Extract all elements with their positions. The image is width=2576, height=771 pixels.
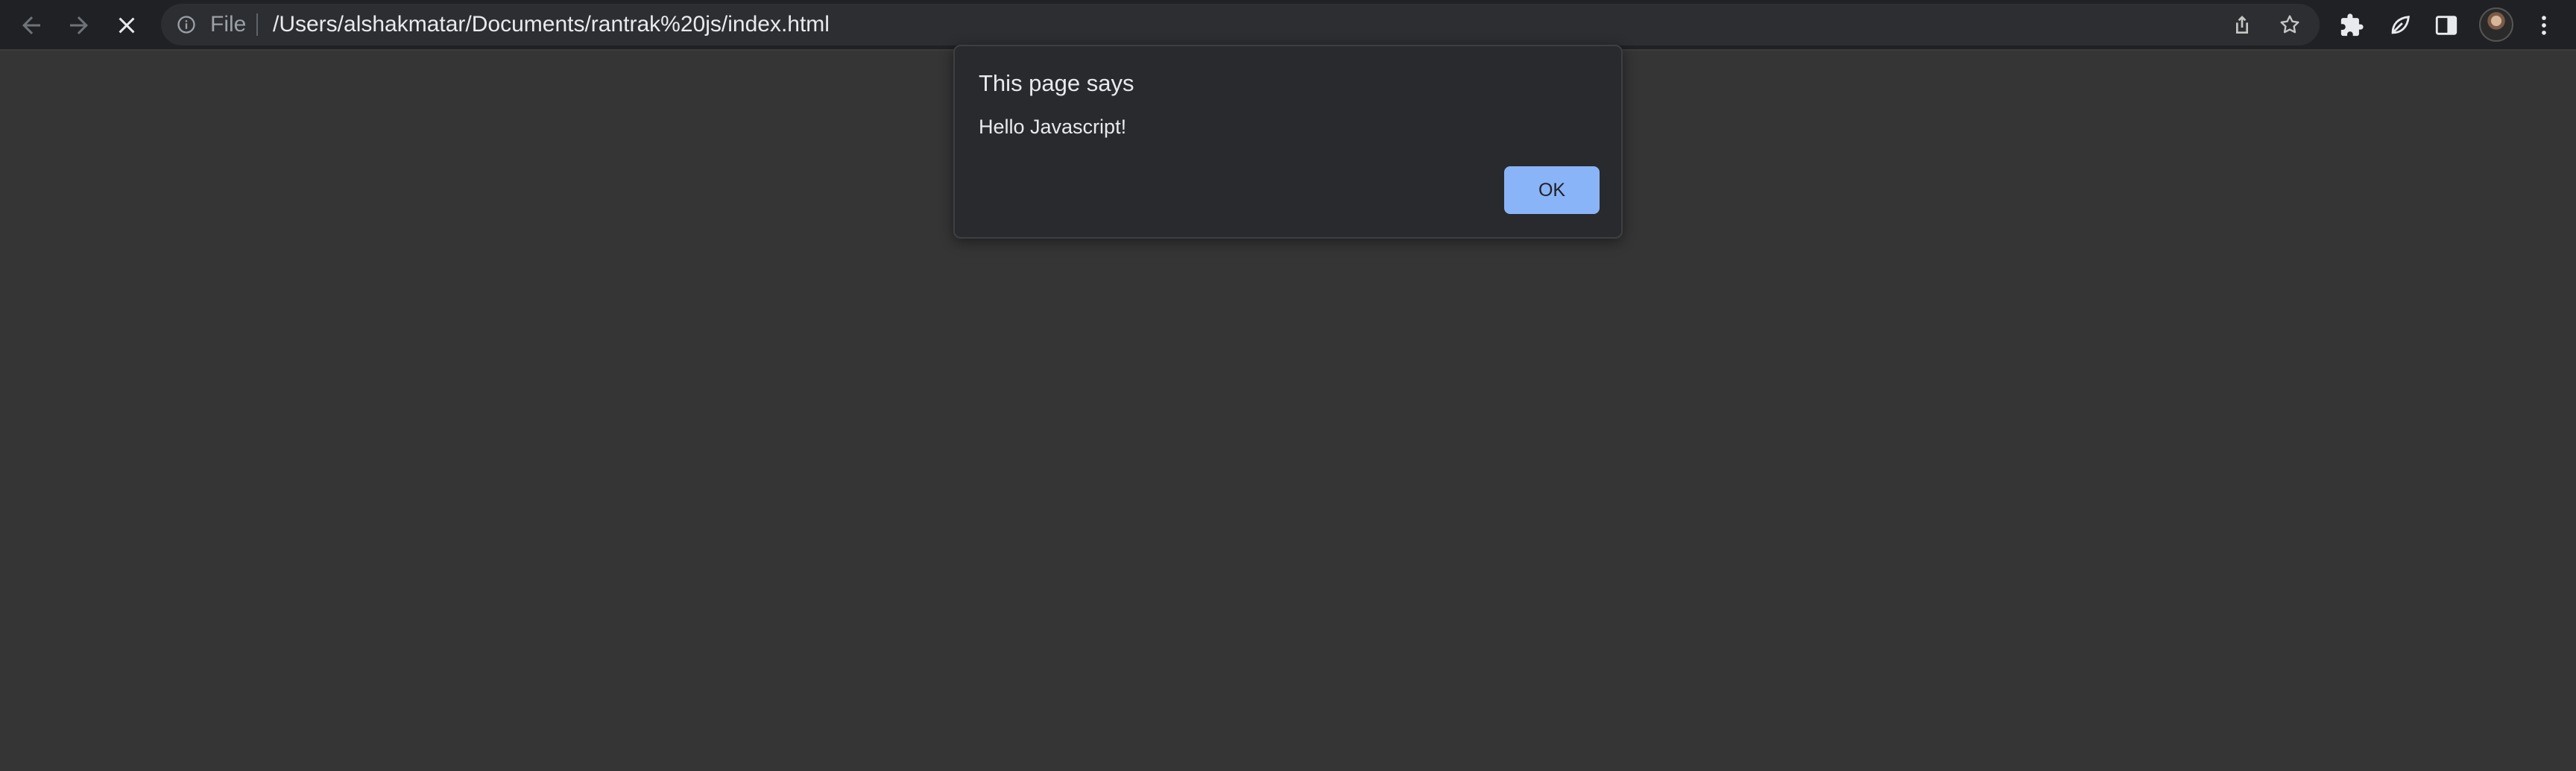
puzzle-icon xyxy=(2340,13,2364,37)
kebab-menu-icon xyxy=(2542,16,2546,35)
extensions-button[interactable] xyxy=(2334,7,2370,43)
ok-button[interactable]: OK xyxy=(1504,166,1600,214)
info-icon[interactable] xyxy=(176,14,197,35)
alert-dialog: This page says Hello Javascript! OK xyxy=(953,45,1623,239)
scheme-label: File xyxy=(210,12,247,37)
share-button[interactable] xyxy=(2229,11,2255,38)
arrow-left-icon xyxy=(22,16,40,34)
omnibox-divider xyxy=(256,13,258,36)
stop-button[interactable] xyxy=(106,4,148,46)
star-icon xyxy=(2280,15,2299,34)
share-icon xyxy=(2236,16,2248,34)
dialog-title: This page says xyxy=(979,70,1134,96)
url-text[interactable]: /Users/alshakmatar/Documents/rantrak%20j… xyxy=(273,4,830,45)
address-bar[interactable]: File /Users/alshakmatar/Documents/rantra… xyxy=(161,4,2320,45)
menu-button[interactable] xyxy=(2526,7,2562,43)
avatar[interactable] xyxy=(2479,7,2513,42)
close-icon xyxy=(119,17,135,34)
back-button[interactable] xyxy=(10,4,52,46)
forward-button[interactable] xyxy=(58,4,100,46)
browser-toolbar: File /Users/alshakmatar/Documents/rantra… xyxy=(0,0,2576,51)
bookmark-button[interactable] xyxy=(2276,11,2303,38)
dialog-message: Hello Javascript! xyxy=(979,116,1127,138)
arrow-right-icon xyxy=(70,16,88,34)
leaf-icon xyxy=(2391,16,2410,34)
extension-button[interactable] xyxy=(2382,7,2418,43)
side-panel-icon xyxy=(2435,16,2457,35)
side-panel-button[interactable] xyxy=(2428,7,2464,43)
